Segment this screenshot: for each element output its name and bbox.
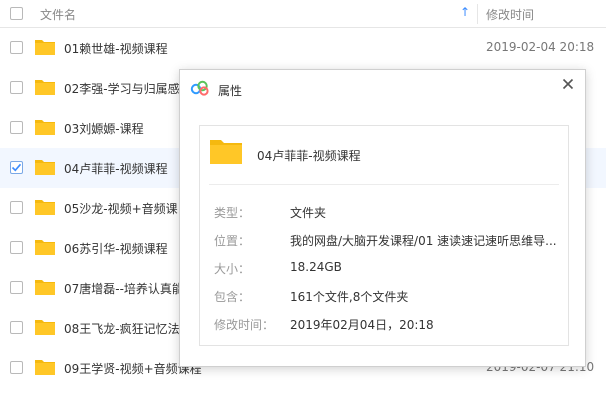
file-name[interactable]: 04卢菲菲-视频课程 [64, 160, 168, 177]
row-checkbox[interactable] [10, 361, 23, 374]
folder-icon [35, 160, 55, 175]
dialog-titlebar[interactable]: 属性 [180, 70, 585, 108]
folder-icon [210, 140, 242, 164]
properties-dialog: 属性 04卢菲菲-视频课程 类型： 文件夹 位置： 我的网盘/大脑开发课程/01… [179, 69, 586, 367]
file-name[interactable]: 05沙龙-视频+音频课 [64, 200, 178, 217]
property-key: 包含： [214, 290, 251, 304]
row-checkbox[interactable] [10, 241, 23, 254]
sort-ascending-icon[interactable]: ↑ [460, 5, 470, 19]
file-name[interactable]: 07唐增磊--培养认真能 [64, 280, 184, 297]
file-name[interactable]: 03刘嫄嫄-课程 [64, 120, 144, 137]
property-key: 位置： [214, 234, 251, 248]
row-checkbox[interactable] [10, 321, 23, 334]
row-checkbox[interactable] [10, 201, 23, 214]
select-all-checkbox[interactable] [10, 7, 23, 20]
file-name[interactable]: 06苏引华-视频课程 [64, 240, 168, 257]
row-checkbox[interactable] [10, 281, 23, 294]
column-header-modified-time[interactable]: 修改时间 [486, 6, 534, 23]
folder-icon [35, 360, 55, 375]
property-value: 18.24GB [290, 260, 342, 274]
folder-icon [35, 80, 55, 95]
folder-icon [35, 120, 55, 135]
folder-icon [35, 240, 55, 255]
column-header-filename[interactable]: 文件名 [40, 6, 76, 23]
folder-icon [35, 280, 55, 295]
file-modified-time: 2019-02-04 20:18 [486, 40, 595, 54]
folder-icon [35, 320, 55, 335]
file-row[interactable]: 01赖世雄-视频课程 2019-02-04 20:18 [0, 28, 606, 68]
dialog-title: 属性 [218, 84, 243, 98]
close-icon[interactable] [561, 77, 575, 91]
baidu-netdisk-logo-icon [190, 80, 209, 96]
file-name[interactable]: 08王飞龙-疯狂记忆法 [64, 320, 180, 337]
column-divider [477, 4, 478, 24]
row-checkbox[interactable] [10, 121, 23, 134]
properties-panel: 04卢菲菲-视频课程 类型： 文件夹 位置： 我的网盘/大脑开发课程/01 速读… [199, 125, 569, 346]
property-key: 修改时间： [214, 318, 275, 332]
property-value: 文件夹 [290, 206, 327, 220]
property-value: 161个文件,8个文件夹 [290, 290, 409, 304]
folder-icon [35, 200, 55, 215]
row-checkbox-checked[interactable] [10, 161, 23, 174]
file-name[interactable]: 02李强-学习与归属感 [64, 80, 180, 97]
property-value[interactable]: 我的网盘/大脑开发课程/01 速读速记速听思维导... [290, 232, 557, 249]
property-key: 类型： [214, 206, 251, 220]
list-header: 文件名 ↑ 修改时间 [0, 0, 606, 28]
dialog-divider [209, 184, 559, 185]
row-checkbox[interactable] [10, 41, 23, 54]
file-name[interactable]: 01赖世雄-视频课程 [64, 40, 168, 57]
property-key: 大小： [214, 262, 251, 276]
folder-icon [35, 40, 55, 55]
checkmark-icon [11, 163, 22, 172]
row-checkbox[interactable] [10, 81, 23, 94]
property-value: 2019年02月04日，20:18 [290, 318, 434, 332]
dialog-file-name: 04卢菲菲-视频课程 [257, 149, 361, 163]
